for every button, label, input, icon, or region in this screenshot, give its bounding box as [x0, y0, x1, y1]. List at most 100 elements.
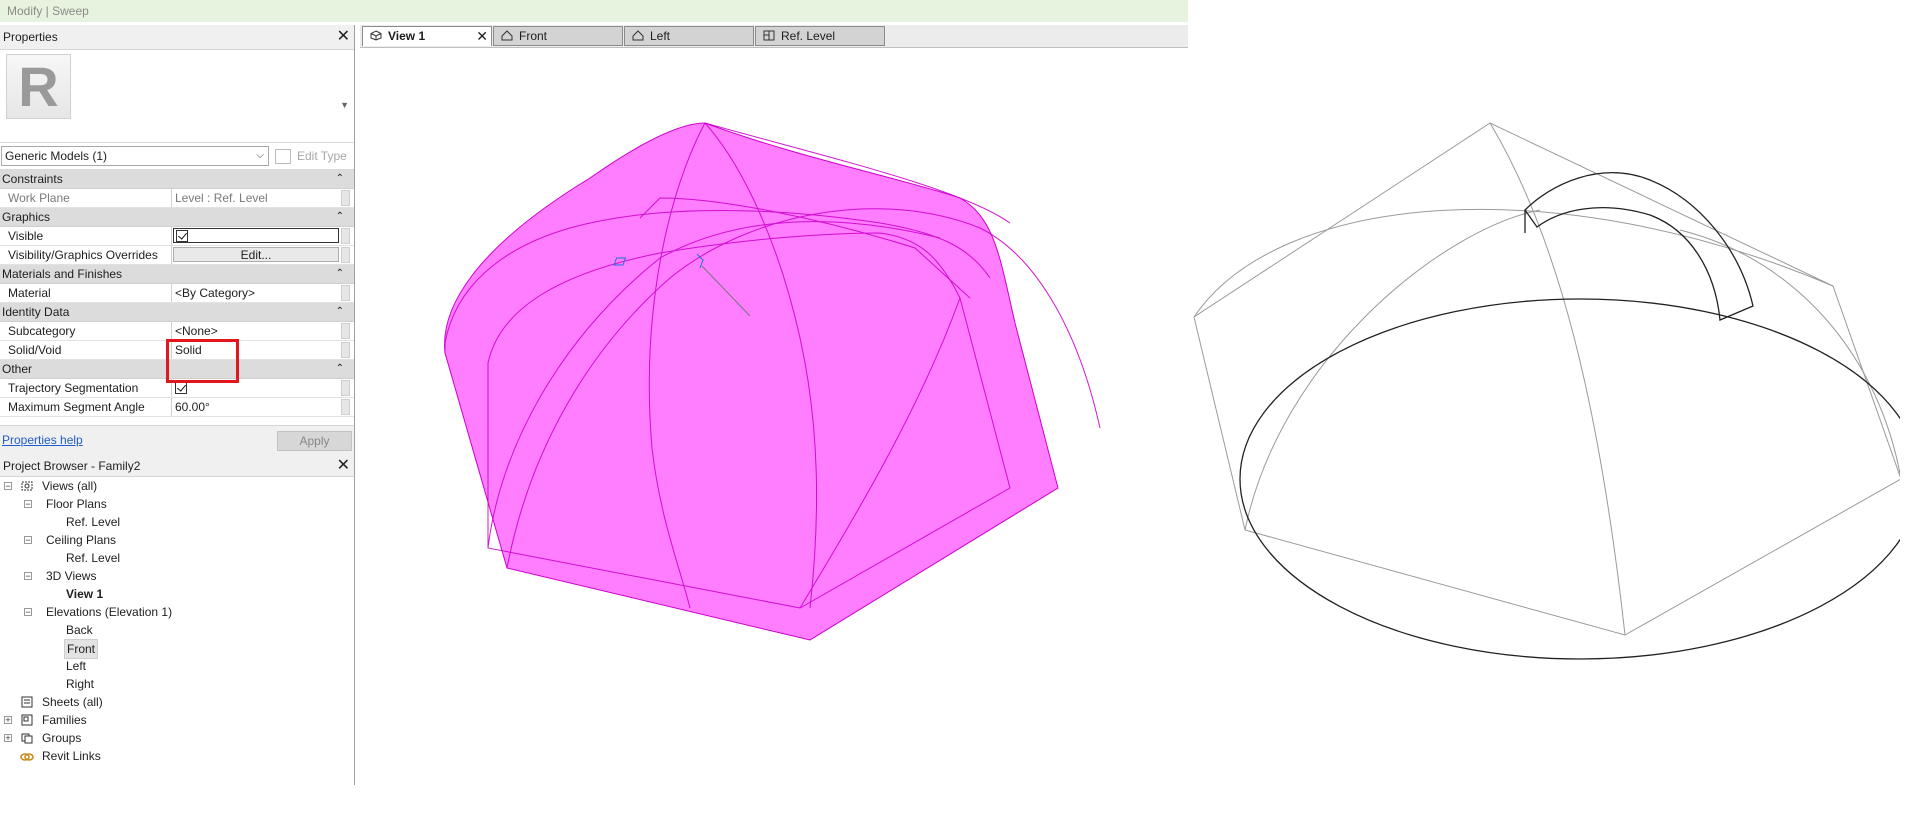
tree-item-sheets[interactable]: Sheets (all): [42, 693, 103, 711]
tree-item-floor-ref-level[interactable]: Ref. Level: [66, 513, 120, 531]
project-browser-header: Project Browser - Family2 ✕: [0, 455, 354, 477]
tree-item-left[interactable]: Left: [66, 657, 86, 675]
project-browser-title: Project Browser - Family2: [3, 459, 141, 473]
group-materials[interactable]: Materials and Finishes ⌃: [0, 265, 354, 284]
chevron-down-icon[interactable]: ▼: [340, 100, 349, 110]
groups-icon: [21, 733, 33, 744]
3d-view-icon: [370, 30, 382, 41]
tab-ref-level[interactable]: Ref. Level: [755, 26, 885, 46]
properties-footer: Properties help Apply: [0, 425, 354, 456]
properties-panel: Properties ✕ R ▼ Generic Models (1) ⌵ Ed…: [0, 25, 355, 785]
tree-item-ceiling-plans[interactable]: Ceiling Plans: [46, 531, 116, 549]
collapse-toggle[interactable]: −: [24, 572, 32, 581]
tab-label: Ref. Level: [781, 29, 836, 43]
tree-item-revit-links[interactable]: Revit Links: [42, 747, 101, 765]
sweep-geometry[interactable]: [360, 48, 1188, 788]
tab-view-1[interactable]: View 1 ✕: [362, 26, 492, 46]
material-value[interactable]: <By Category>: [171, 284, 339, 302]
type-selector-value: Generic Models (1): [5, 149, 108, 163]
elevation-icon: [501, 30, 513, 41]
prop-value: Level : Ref. Level: [171, 189, 339, 207]
scroll-track: [341, 190, 350, 206]
tab-label: Left: [650, 29, 671, 43]
group-label: Other: [2, 362, 33, 376]
expand-toggle[interactable]: +: [4, 716, 12, 725]
tree-item-front[interactable]: Front: [64, 639, 99, 659]
view-tabs-bar: View 1 ✕ Front Left Ref. Level: [360, 25, 1188, 48]
close-icon[interactable]: ✕: [337, 455, 350, 477]
elevation-icon: [632, 30, 644, 41]
tab-left[interactable]: Left: [624, 26, 754, 46]
collapse-icon[interactable]: ⌃: [336, 303, 344, 321]
window-title: Modify | Sweep: [0, 0, 1188, 22]
row-visible: Visible: [0, 227, 354, 246]
group-label: Materials and Finishes: [2, 267, 123, 281]
properties-help-link[interactable]: Properties help: [2, 433, 83, 447]
expand-toggle[interactable]: +: [4, 734, 12, 743]
tab-label: View 1: [388, 29, 426, 43]
tree-item-right[interactable]: Right: [66, 675, 94, 693]
collapse-toggle[interactable]: −: [4, 482, 12, 491]
collapse-icon[interactable]: ⌃: [336, 170, 344, 188]
tree-item-view-1[interactable]: View 1: [66, 585, 103, 603]
collapse-toggle[interactable]: −: [24, 608, 32, 617]
visible-checkbox[interactable]: [176, 230, 188, 242]
visible-field[interactable]: [173, 228, 339, 243]
scroll-track: [341, 228, 350, 244]
subcategory-value[interactable]: <None>: [171, 322, 339, 340]
prop-label: Subcategory: [8, 324, 76, 338]
properties-title: Properties: [3, 30, 58, 44]
tree-item-families[interactable]: Families: [42, 711, 87, 729]
group-label: Graphics: [2, 210, 51, 224]
collapse-icon[interactable]: ⌃: [336, 208, 344, 226]
row-max-segment-angle: Maximum Segment Angle 60.00°: [0, 398, 354, 417]
close-icon[interactable]: ✕: [476, 27, 488, 45]
type-preview: R ▼: [0, 50, 354, 143]
prop-value: [171, 227, 339, 245]
close-icon[interactable]: ✕: [337, 25, 350, 49]
tab-label: Front: [519, 29, 548, 43]
scroll-track: [341, 247, 350, 263]
edit-type-button[interactable]: Edit Type: [275, 146, 347, 166]
group-constraints[interactable]: Constraints ⌃: [0, 170, 354, 189]
highlight-annotation: [166, 339, 239, 383]
row-material: Material <By Category>: [0, 284, 354, 303]
collapse-icon[interactable]: ⌃: [336, 360, 344, 378]
tree-item-back[interactable]: Back: [66, 621, 93, 639]
floor-plan-icon: [763, 30, 775, 41]
tree-item-elevations[interactable]: Elevations (Elevation 1): [46, 603, 172, 621]
row-vg-overrides: Visibility/Graphics Overrides Edit...: [0, 246, 354, 265]
families-icon: [21, 714, 33, 726]
group-identity[interactable]: Identity Data ⌃: [0, 303, 354, 322]
3d-viewport[interactable]: [360, 48, 1188, 788]
link-icon: [20, 753, 34, 761]
edit-overrides-button[interactable]: Edit...: [173, 247, 339, 262]
tree-item-floor-plans[interactable]: Floor Plans: [46, 495, 107, 513]
prop-label: Solid/Void: [8, 343, 62, 357]
collapse-toggle[interactable]: −: [24, 536, 32, 545]
scroll-track: [341, 342, 350, 358]
prop-label: Material: [8, 286, 51, 300]
prop-label: Visible: [8, 229, 44, 243]
type-selector[interactable]: Generic Models (1) ⌵: [1, 146, 269, 166]
group-graphics[interactable]: Graphics ⌃: [0, 208, 354, 227]
tree-item-groups[interactable]: Groups: [42, 729, 81, 747]
tree-item-ceiling-ref-level[interactable]: Ref. Level: [66, 549, 120, 567]
tab-front[interactable]: Front: [493, 26, 623, 46]
properties-header: Properties ✕: [0, 25, 354, 50]
collapse-toggle[interactable]: −: [24, 500, 32, 509]
edit-type-label: Edit Type: [297, 149, 347, 163]
prop-label: Work Plane: [8, 191, 70, 205]
max-segment-angle-input[interactable]: 60.00°: [171, 398, 339, 416]
tree-item-3d-views[interactable]: 3D Views: [46, 567, 96, 585]
prop-value: Edit...: [171, 246, 339, 264]
collapse-icon[interactable]: ⌃: [336, 265, 344, 283]
wireframe-preview: [1193, 122, 1900, 660]
tree-item-views-all[interactable]: Views (all): [42, 477, 97, 495]
trajectory-segmentation-checkbox[interactable]: [175, 382, 187, 394]
revit-logo-icon: R: [6, 54, 71, 119]
edit-type-icon: [275, 149, 291, 164]
group-label: Constraints: [2, 172, 63, 186]
scroll-track: [341, 380, 350, 396]
apply-button[interactable]: Apply: [277, 431, 352, 451]
